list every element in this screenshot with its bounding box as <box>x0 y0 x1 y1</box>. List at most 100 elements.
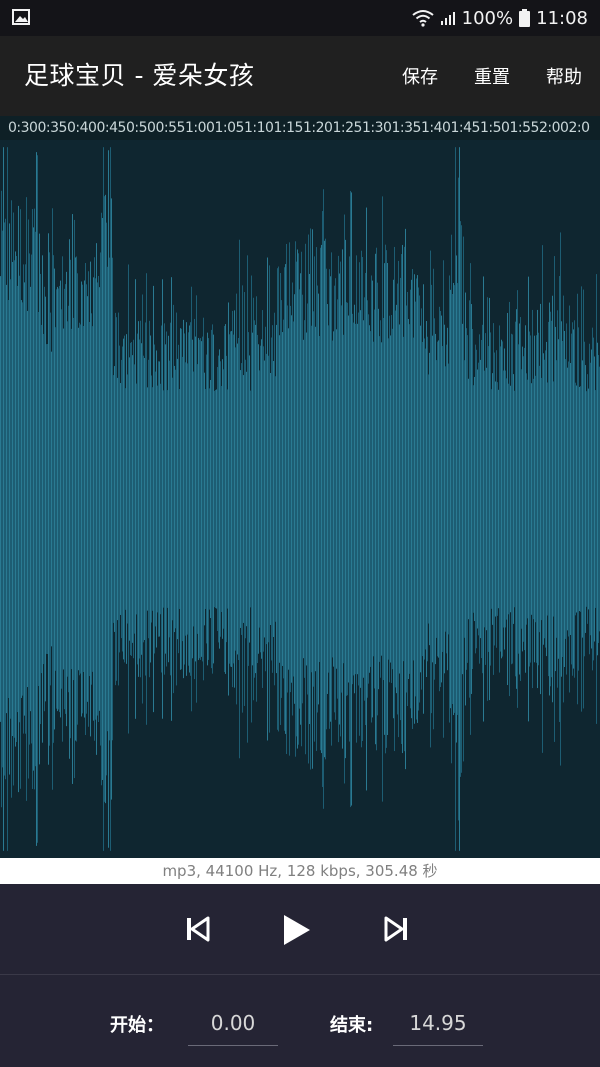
wave-column <box>341 305 342 693</box>
wave-column <box>430 250 431 748</box>
wave-column <box>414 274 415 724</box>
wave-column <box>120 383 121 615</box>
wave-column <box>134 364 135 634</box>
waveform-graph[interactable] <box>0 140 600 858</box>
wave-column <box>137 333 138 665</box>
wave-column <box>41 324 42 674</box>
wave-column <box>124 335 125 663</box>
help-button[interactable]: 帮助 <box>546 63 582 89</box>
wave-column <box>428 374 429 624</box>
wave-column <box>26 197 27 801</box>
save-button[interactable]: 保存 <box>402 63 438 89</box>
wave-column <box>377 282 378 716</box>
wave-column <box>60 280 61 718</box>
wave-column <box>434 318 435 680</box>
wave-column <box>106 222 107 776</box>
wave-column <box>317 285 318 713</box>
wave-column <box>526 373 527 625</box>
wave-column <box>335 278 336 720</box>
wave-column <box>158 361 159 637</box>
wave-column <box>592 327 593 671</box>
skip-next-button[interactable] <box>378 910 414 952</box>
wave-column <box>436 360 437 638</box>
wave-column <box>544 359 545 639</box>
wave-column <box>352 313 353 685</box>
wave-column <box>212 324 213 674</box>
wave-column <box>160 383 161 615</box>
wave-column <box>130 342 131 656</box>
wave-column <box>242 285 243 713</box>
wave-column <box>72 214 73 784</box>
wave-column <box>68 305 69 693</box>
wave-column <box>234 310 235 688</box>
wave-column <box>150 335 151 663</box>
wave-column <box>237 343 238 655</box>
wave-column <box>572 322 573 676</box>
wave-column <box>495 381 496 617</box>
wave-column <box>359 262 360 736</box>
wave-column <box>175 369 176 629</box>
wave-column <box>241 363 242 635</box>
wave-column <box>334 285 335 713</box>
wave-column <box>221 386 222 612</box>
wave-column <box>450 289 451 709</box>
skip-previous-button[interactable] <box>180 910 216 952</box>
wave-column <box>395 310 396 688</box>
wave-column <box>101 212 102 786</box>
wave-column <box>393 279 394 719</box>
wave-column <box>87 296 88 702</box>
wave-column <box>283 319 284 679</box>
wave-column <box>170 322 171 676</box>
wave-column <box>226 355 227 643</box>
file-info: mp3, 44100 Hz, 128 kbps, 305.48 秒 <box>0 858 600 884</box>
wave-column <box>350 190 351 808</box>
wave-column <box>51 351 52 647</box>
wave-column <box>228 302 229 696</box>
wave-column <box>82 284 83 714</box>
wave-column <box>22 302 23 696</box>
wave-column <box>36 152 37 846</box>
wave-column <box>214 390 215 608</box>
wave-column <box>339 273 340 725</box>
wave-column <box>182 356 183 642</box>
time-tick: 1:45 <box>450 120 481 136</box>
wave-column <box>594 356 595 642</box>
wave-column <box>282 332 283 666</box>
wave-column <box>15 251 16 747</box>
start-time-input[interactable]: 0.00 <box>188 1001 278 1046</box>
wave-column <box>174 365 175 633</box>
wave-column <box>279 335 280 663</box>
end-time-input[interactable]: 14.95 <box>393 1001 483 1046</box>
wave-column <box>482 324 483 674</box>
reset-button[interactable]: 重置 <box>474 63 510 89</box>
wave-column <box>136 383 137 615</box>
wave-column <box>455 147 456 851</box>
wave-column <box>133 339 134 659</box>
wave-column <box>542 245 543 753</box>
wave-column <box>117 377 118 621</box>
wave-column <box>290 305 291 693</box>
wave-column <box>424 338 425 660</box>
wave-column <box>45 296 46 702</box>
wave-column <box>145 322 146 676</box>
wave-column <box>472 328 473 670</box>
wave-column <box>164 323 165 675</box>
play-button[interactable] <box>276 910 316 954</box>
wave-column <box>3 147 4 851</box>
wave-column <box>43 333 44 665</box>
wave-column <box>576 385 577 613</box>
wave-column <box>302 294 303 704</box>
wave-column <box>294 294 295 704</box>
wave-column <box>239 239 240 759</box>
wave-column <box>163 390 164 608</box>
wave-column <box>530 335 531 663</box>
waveform-view[interactable]: 0:30 0:35 0:40 0:45 0:50 0:55 1:00 1:05 1:10 1:15… <box>0 116 600 858</box>
wave-column <box>4 222 5 776</box>
wave-column <box>128 264 129 734</box>
wave-column <box>85 263 86 735</box>
wave-column <box>29 253 30 745</box>
wave-column <box>452 293 453 705</box>
wave-column <box>222 359 223 639</box>
wave-column <box>406 305 407 693</box>
wave-column <box>281 300 282 698</box>
